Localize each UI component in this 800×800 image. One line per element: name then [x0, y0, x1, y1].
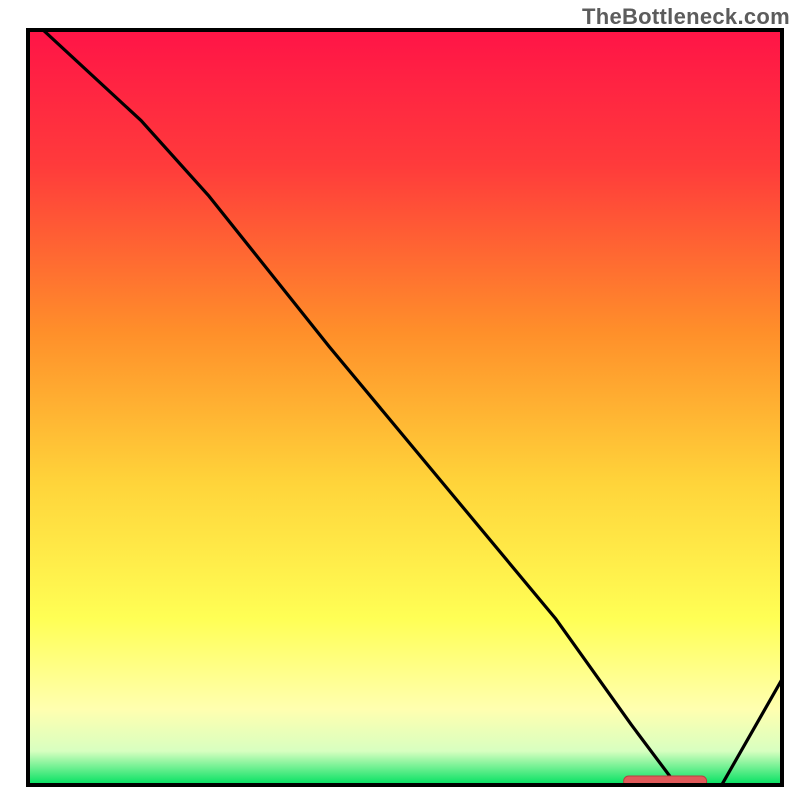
bottleneck-curve-chart [0, 0, 800, 800]
chart-frame: TheBottleneck.com [0, 0, 800, 800]
gradient-background [28, 30, 782, 785]
plot-area [28, 30, 782, 787]
attribution-text: TheBottleneck.com [582, 4, 790, 30]
